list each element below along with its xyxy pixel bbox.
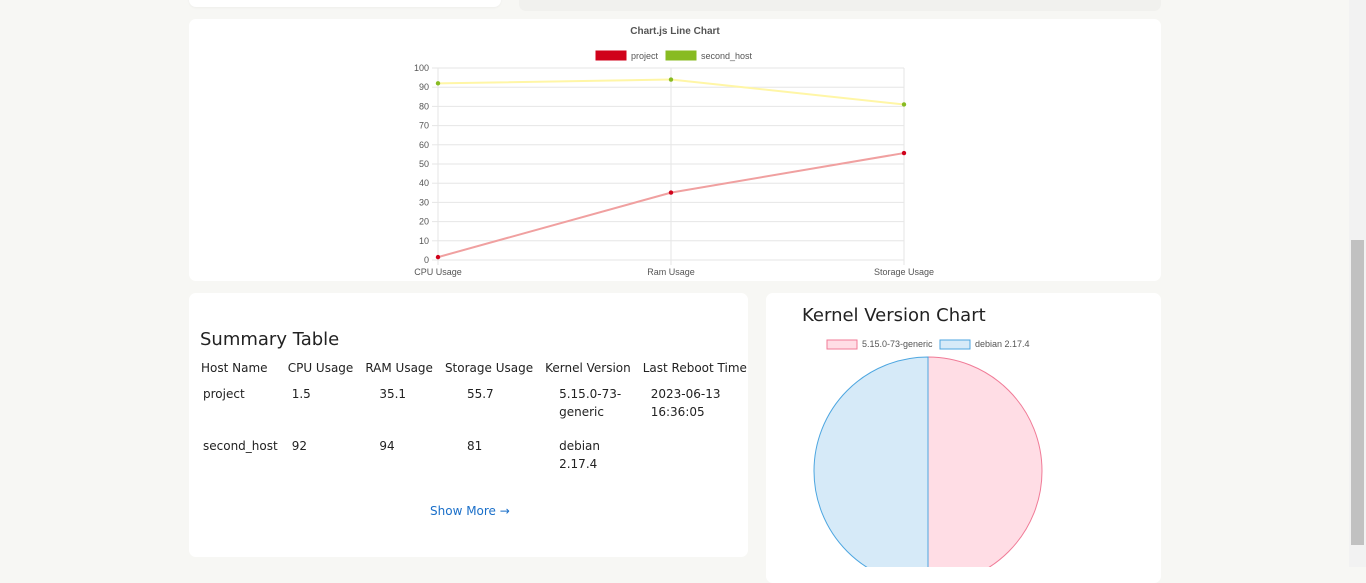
y-tick-label: 60 <box>419 140 429 150</box>
cell-host-name: second_host <box>203 439 278 453</box>
y-tick-label: 40 <box>419 178 429 188</box>
x-tick-label: Storage Usage <box>874 267 934 277</box>
legend-swatch-second-host <box>665 50 697 61</box>
data-point-second-host <box>668 77 674 82</box>
data-point-second-host <box>901 102 907 107</box>
top-left-card <box>189 0 501 7</box>
pie-legend-label: 5.15.0-73-generic <box>862 339 933 349</box>
data-point-project <box>668 190 674 195</box>
y-tick-label: 30 <box>419 197 429 207</box>
show-more-link[interactable]: Show More → <box>430 504 510 518</box>
y-tick-label: 0 <box>424 255 429 265</box>
cell-last-reboot: 2023-06-13 16:36:05 <box>650 387 721 419</box>
pie-slice-1 <box>813 356 929 583</box>
table-header-row: Host Name CPU Usage RAM Usage Storage Us… <box>199 361 757 381</box>
header-ram-usage: RAM Usage <box>365 361 433 375</box>
line-chart: Chart.js Line Chart project second_host 0 10… <box>414 26 934 277</box>
header-storage-usage: Storage Usage <box>444 361 534 375</box>
table-row: second_host 92 94 81 debian 2.17.4 <box>199 433 757 485</box>
cell-kernel-version: debian 2.17.4 <box>559 439 601 471</box>
kernel-pie-chart: 5.15.0-73-generic debian 2.17.4 <box>813 339 1043 583</box>
table-row: project 1.5 35.1 55.7 5.15.0-73-generic … <box>199 381 757 433</box>
summary-table: Host Name CPU Usage RAM Usage Storage Us… <box>199 361 757 485</box>
header-cpu-usage: CPU Usage <box>287 361 354 375</box>
x-tick-label: Ram Usage <box>647 267 695 277</box>
cell-cpu-usage: 1.5 <box>291 387 311 401</box>
summary-table-card: Summary Table Host Name CPU Usage RAM Us… <box>189 293 748 557</box>
line-chart-title: Chart.js Line Chart <box>630 26 720 37</box>
y-tick-label: 10 <box>419 236 429 246</box>
cell-host-name: project <box>203 387 245 401</box>
y-tick-label: 50 <box>419 159 429 169</box>
cell-ram-usage: 35.1 <box>379 387 407 401</box>
data-point-project <box>901 150 907 156</box>
header-kernel-version: Kernel Version <box>545 361 631 375</box>
y-tick-label: 20 <box>419 217 429 227</box>
cell-storage-usage: 55.7 <box>466 387 494 401</box>
cell-cpu-usage: 92 <box>291 439 307 453</box>
data-point-second-host <box>435 81 441 86</box>
pie-legend-label: debian 2.17.4 <box>975 339 1030 349</box>
summary-table-title: Summary Table <box>200 329 340 350</box>
scrollbar-thumb[interactable] <box>1351 240 1364 545</box>
pie-legend-swatch <box>826 339 858 350</box>
pie-slice-0 <box>927 356 1043 583</box>
line-chart-card: Chart.js Line Chart project second_host 0 10… <box>189 19 1161 281</box>
top-right-card <box>519 0 1161 11</box>
cell-storage-usage: 81 <box>466 439 483 453</box>
y-tick-label: 100 <box>414 63 429 73</box>
legend-label-second-host: second_host <box>701 51 753 61</box>
cell-kernel-version: 5.15.0-73-generic <box>559 387 622 419</box>
y-tick-label: 90 <box>419 82 429 92</box>
header-host-name: Host Name <box>201 361 268 375</box>
legend-label-project: project <box>631 51 659 61</box>
cell-last-reboot <box>641 433 757 485</box>
y-tick-label: 80 <box>419 101 429 111</box>
header-last-reboot: Last Reboot Time <box>642 361 747 375</box>
data-point-project <box>435 254 441 260</box>
kernel-chart-title: Kernel Version Chart <box>802 305 986 326</box>
legend-swatch-project <box>595 50 627 61</box>
y-tick-label: 70 <box>419 121 429 131</box>
x-tick-label: CPU Usage <box>414 267 462 277</box>
pie-legend-swatch <box>939 339 971 350</box>
kernel-version-card: Kernel Version Chart 5.15.0-73-generic de… <box>766 293 1161 583</box>
cell-ram-usage: 94 <box>379 439 395 453</box>
